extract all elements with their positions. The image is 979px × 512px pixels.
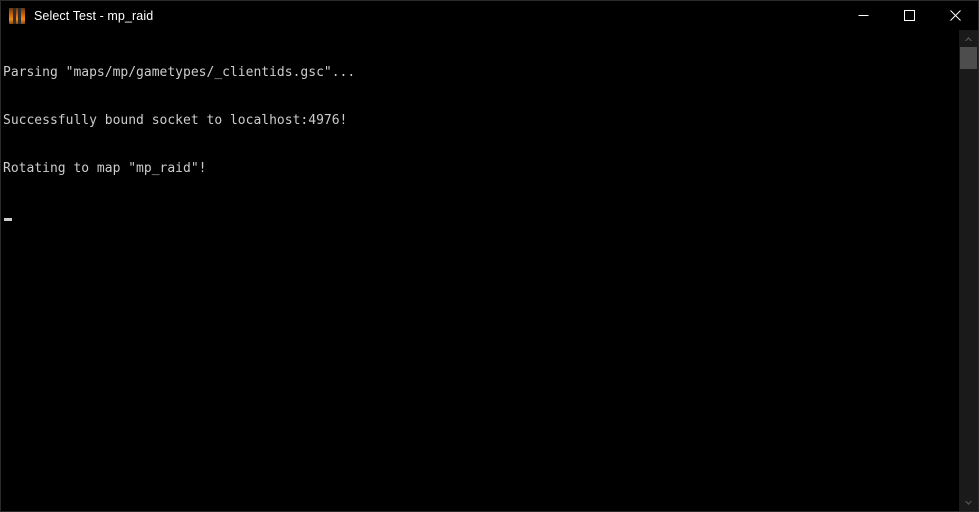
console-line: Successfully bound socket to localhost:4… [3, 113, 348, 128]
chevron-down-icon [965, 500, 972, 505]
client-area: Parsing "maps/mp/gametypes/_clientids.gs… [1, 30, 978, 511]
app-icon-bar-left [13, 7, 16, 24]
window-controls [840, 1, 978, 30]
scrollbar-thumb[interactable] [960, 47, 977, 69]
console-app-icon [9, 7, 25, 24]
close-icon [949, 10, 961, 21]
text-cursor [4, 218, 12, 221]
app-icon-bar-right [18, 7, 21, 24]
scroll-up-button[interactable] [959, 30, 978, 47]
vertical-scrollbar[interactable] [958, 30, 978, 511]
window-title: Select Test - mp_raid [34, 8, 154, 23]
scrollbar-track[interactable] [959, 47, 978, 494]
console-window: Select Test - mp_raid Parsing "maps/mp/g… [0, 0, 979, 512]
minimize-button[interactable] [840, 1, 886, 30]
console-cursor-line [3, 209, 958, 225]
close-button[interactable] [932, 1, 978, 30]
console-output[interactable]: Parsing "maps/mp/gametypes/_clientids.gs… [1, 30, 958, 511]
console-line: Parsing "maps/mp/gametypes/_clientids.gs… [3, 65, 356, 80]
chevron-up-icon [965, 36, 972, 41]
minimize-icon [858, 15, 868, 16]
console-line: Rotating to map "mp_raid"! [3, 161, 207, 176]
maximize-button[interactable] [886, 1, 932, 30]
maximize-icon [903, 10, 915, 21]
title-bar[interactable]: Select Test - mp_raid [1, 1, 978, 30]
scroll-down-button[interactable] [959, 494, 978, 511]
